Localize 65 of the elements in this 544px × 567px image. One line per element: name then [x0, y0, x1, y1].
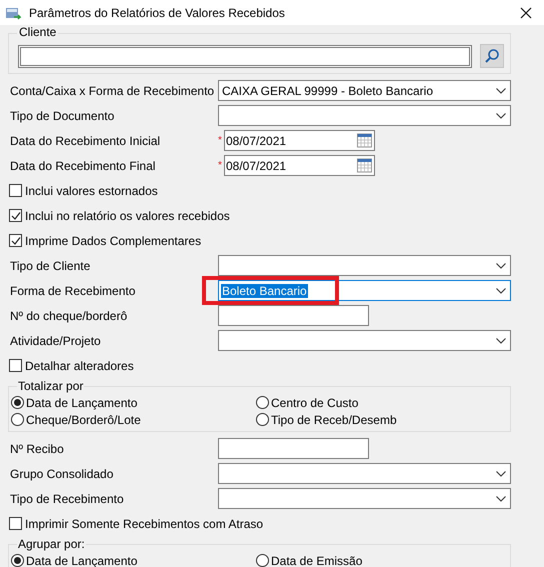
chevron-icon	[496, 262, 506, 268]
field-label: Data do Recebimento Inicial	[10, 132, 162, 150]
field-label: Tipo de Cliente	[10, 258, 92, 274]
radio-label[interactable]: Data de Lançamento	[26, 552, 138, 567]
checkbox[interactable]	[9, 209, 22, 222]
checkbox[interactable]	[9, 517, 22, 530]
dropdown[interactable]	[218, 463, 511, 484]
chevron-icon	[496, 338, 506, 344]
chevron-icon	[496, 88, 506, 94]
checkbox[interactable]	[9, 359, 22, 372]
checkbox-label: Imprimir Somente Recebimentos com Atraso	[25, 516, 264, 532]
checkbox[interactable]	[9, 234, 22, 247]
field-label: Tipo de Recebimento	[10, 490, 125, 508]
window-title: Parâmetros do Relatórios de Valores Recebidos	[29, 4, 285, 22]
field-label: Conta/Caixa x Forma de Recebimento	[10, 82, 216, 100]
close-icon	[520, 6, 532, 18]
search-button[interactable]	[480, 44, 504, 68]
checkbox-label: Inclui no relatório os valores recebidos	[25, 208, 230, 224]
field-label: Forma de Recebimento	[10, 282, 136, 300]
radio-button[interactable]	[256, 396, 269, 409]
radio-label[interactable]: Centro de Custo	[271, 394, 358, 412]
checkbox-label: Imprime Dados Complementares	[25, 232, 202, 250]
chevron-icon	[496, 288, 506, 294]
checkbox-label: Inclui valores estornados	[25, 182, 158, 200]
required-mark: *	[218, 134, 223, 148]
radio-label[interactable]: Tipo de Receb/Desemb	[271, 410, 397, 428]
group-legend: Agrupar por:	[17, 537, 86, 551]
group-legend: Totalizar por	[17, 379, 84, 393]
text-field[interactable]	[218, 305, 369, 326]
chevron-icon	[496, 470, 506, 476]
field-label: Atividade/Projeto	[10, 332, 102, 350]
calendar-icon	[357, 133, 372, 148]
radio-button[interactable]	[11, 396, 24, 409]
dropdown[interactable]: Boleto Bancario	[218, 280, 511, 301]
check-icon	[10, 236, 20, 246]
chevron-icon	[496, 112, 506, 118]
radio-button[interactable]	[256, 554, 269, 567]
dropdown[interactable]	[218, 255, 511, 276]
checkbox[interactable]	[9, 184, 22, 197]
radio-button[interactable]	[256, 413, 269, 426]
client-field[interactable]	[18, 44, 472, 68]
date-field[interactable]: 08/07/2021	[224, 155, 375, 176]
radio-button[interactable]	[11, 413, 24, 426]
calendar-icon	[357, 158, 372, 173]
field-label: Data do Recebimento Final	[10, 158, 156, 174]
radio-label[interactable]: Cheque/Borderô/Lote	[26, 410, 141, 428]
dropdown[interactable]	[218, 105, 511, 126]
radio-label[interactable]: Data de Lançamento	[26, 394, 138, 412]
chevron-icon	[496, 496, 506, 502]
radio-button[interactable]	[11, 554, 24, 567]
field-label: Grupo Consolidado	[10, 466, 114, 482]
dropdown[interactable]: CAIXA GERAL 99999 - Boleto Bancario	[218, 80, 511, 101]
text-field[interactable]	[218, 438, 369, 459]
field-label: Nº do cheque/borderô	[10, 308, 128, 324]
check-icon	[10, 210, 20, 220]
dropdown[interactable]	[218, 330, 511, 351]
date-field[interactable]: 08/07/2021	[224, 130, 375, 151]
search-icon	[484, 48, 500, 64]
checkbox-label: Detalhar alteradores	[25, 358, 134, 374]
radio-label[interactable]: Data de Emissão	[271, 552, 362, 567]
field-label: Nº Recibo	[10, 440, 65, 458]
field-label: Tipo de Documento	[10, 108, 116, 124]
required-mark: *	[218, 159, 223, 173]
dropdown[interactable]	[218, 488, 511, 509]
group-legend: Cliente	[17, 25, 58, 39]
